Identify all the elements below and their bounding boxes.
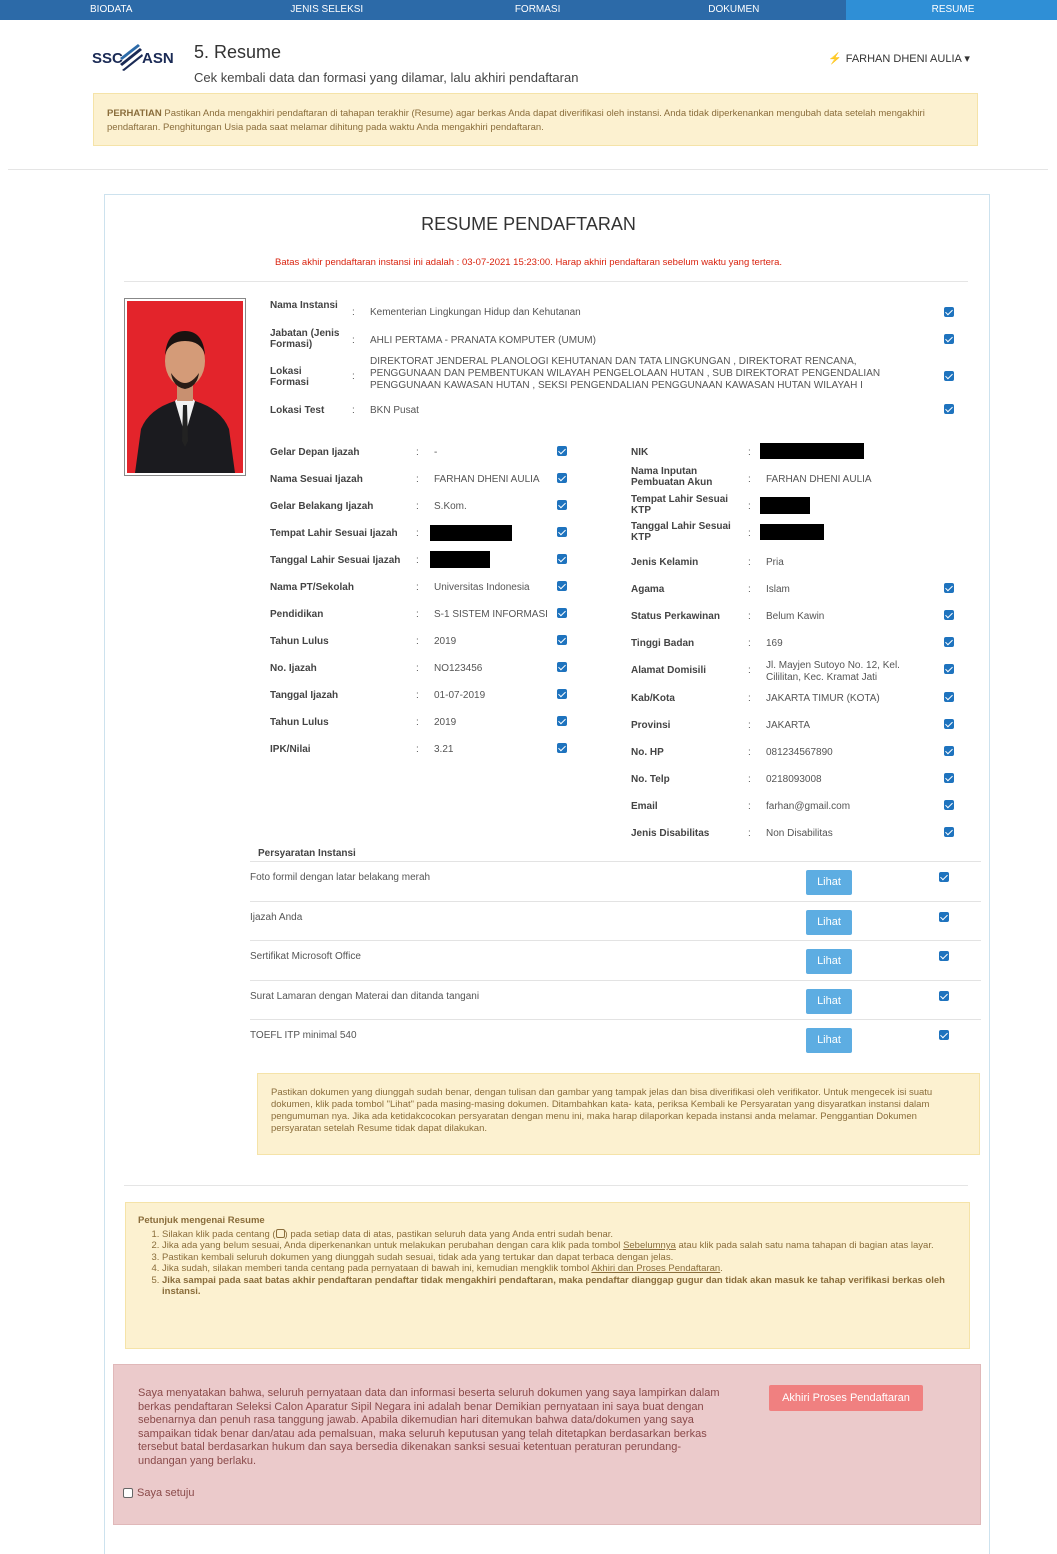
tab-jenis-seleksi[interactable]: JENIS SELEKSI bbox=[211, 0, 422, 20]
declaration-box: Saya menyatakan bahwa, seluruh pernyataa… bbox=[113, 1364, 981, 1525]
requirement-row: Ijazah Anda Lihat bbox=[250, 901, 981, 941]
instansi-value: Kementerian Lingkungan Hidup dan Kehutan… bbox=[370, 307, 581, 318]
chevron-down-icon: ▾ bbox=[964, 53, 970, 65]
confirm-checkbox[interactable] bbox=[557, 743, 567, 753]
confirm-checkbox[interactable] bbox=[557, 716, 567, 726]
view-document-button[interactable]: Lihat bbox=[806, 870, 852, 895]
alert-label: PERHATIAN bbox=[107, 108, 162, 119]
divider bbox=[124, 281, 968, 282]
confirm-checkbox[interactable] bbox=[944, 719, 954, 729]
agree-checkbox-label[interactable]: Saya setuju bbox=[123, 1487, 194, 1499]
requirement-row: Foto formil dengan latar belakang merah … bbox=[250, 861, 981, 901]
lokasi-test-value: BKN Pusat bbox=[370, 405, 419, 416]
redacted-value bbox=[430, 525, 512, 541]
confirm-checkbox[interactable] bbox=[557, 473, 567, 483]
user-menu[interactable]: ⚡ FARHAN DHENI AULIA ▾ bbox=[828, 52, 970, 65]
redacted-value bbox=[760, 524, 824, 540]
instruction-item: Jika sampai pada saat batas akhir pendaf… bbox=[162, 1275, 957, 1298]
confirm-checkbox[interactable] bbox=[944, 664, 954, 674]
confirm-checkbox[interactable] bbox=[944, 773, 954, 783]
deadline-notice: Batas akhir pendaftaran instansi ini ada… bbox=[275, 257, 782, 268]
resume-title: RESUME PENDAFTARAN bbox=[421, 214, 636, 234]
tab-dokumen[interactable]: DOKUMEN bbox=[634, 0, 845, 20]
finish-registration-button[interactable]: Akhiri Proses Pendaftaran bbox=[769, 1385, 923, 1411]
view-document-button[interactable]: Lihat bbox=[806, 949, 852, 974]
view-document-button[interactable]: Lihat bbox=[806, 989, 852, 1014]
tab-resume[interactable]: RESUME bbox=[845, 0, 1057, 20]
confirm-checkbox[interactable] bbox=[939, 1030, 949, 1040]
resume-instructions: Petunjuk mengenai Resume Silakan klik pa… bbox=[125, 1202, 970, 1349]
confirm-checkbox[interactable] bbox=[939, 951, 949, 961]
previous-link[interactable]: Sebelumnya bbox=[623, 1240, 676, 1251]
alert-text: Pastikan Anda mengakhiri pendaftaran di … bbox=[107, 108, 925, 133]
confirm-checkbox[interactable] bbox=[944, 746, 954, 756]
confirm-checkbox[interactable] bbox=[944, 637, 954, 647]
redacted-value bbox=[760, 497, 810, 514]
requirement-row: Sertifikat Microsoft Office Lihat bbox=[250, 940, 981, 980]
wizard-steps: BIODATA JENIS SELEKSI FORMASI DOKUMEN RE… bbox=[0, 0, 1057, 20]
page-title: 5. Resume bbox=[194, 42, 282, 62]
confirm-checkbox[interactable] bbox=[557, 554, 567, 564]
confirm-checkbox[interactable] bbox=[944, 583, 954, 593]
confirm-checkbox[interactable] bbox=[939, 912, 949, 922]
instruction-item: Silakan klik pada centang () pada setiap… bbox=[162, 1228, 957, 1241]
view-document-button[interactable]: Lihat bbox=[806, 1028, 852, 1053]
agree-checkbox[interactable] bbox=[123, 1488, 133, 1498]
instruction-item: Jika sudah, silakan memberi tanda centan… bbox=[162, 1263, 957, 1275]
confirm-checkbox[interactable] bbox=[939, 872, 949, 882]
lokasi-formasi-value: DIREKTORAT JENDERAL PLANOLOGI KEHUTANAN … bbox=[370, 356, 881, 391]
confirm-checkbox[interactable] bbox=[557, 581, 567, 591]
requirements-title: Persyaratan Instansi bbox=[258, 848, 356, 859]
confirm-checkbox[interactable] bbox=[944, 827, 954, 837]
finish-link[interactable]: Akhiri dan Proses Pendaftaran bbox=[591, 1263, 720, 1274]
tab-biodata[interactable]: BIODATA bbox=[0, 0, 211, 20]
person-portrait-icon bbox=[127, 301, 243, 473]
declaration-text: Saya menyatakan bahwa, seluruh pernyataa… bbox=[138, 1387, 720, 1467]
confirm-checkbox[interactable] bbox=[557, 662, 567, 672]
confirm-checkbox[interactable] bbox=[944, 692, 954, 702]
redacted-value bbox=[430, 551, 490, 568]
logo-wave-icon bbox=[120, 44, 143, 71]
confirm-checkbox[interactable] bbox=[557, 500, 567, 510]
checkbox-icon bbox=[275, 1228, 285, 1238]
document-warning: Pastikan dokumen yang diunggah sudah ben… bbox=[257, 1073, 980, 1155]
instruction-item: Pastikan kembali seluruh dokumen yang di… bbox=[162, 1252, 957, 1264]
confirm-checkbox-lokasi-formasi[interactable] bbox=[944, 371, 954, 381]
view-document-button[interactable]: Lihat bbox=[806, 910, 852, 935]
applicant-photo bbox=[124, 298, 246, 476]
redacted-value bbox=[760, 443, 864, 459]
attention-alert: PERHATIAN Pastikan Anda mengakhiri penda… bbox=[93, 93, 978, 146]
requirement-row: TOEFL ITP minimal 540 Lihat bbox=[250, 1019, 981, 1059]
confirm-checkbox[interactable] bbox=[944, 610, 954, 620]
confirm-checkbox[interactable] bbox=[557, 446, 567, 456]
tab-formasi[interactable]: FORMASI bbox=[423, 0, 634, 20]
user-name: FARHAN DHENI AULIA bbox=[845, 53, 962, 65]
confirm-checkbox[interactable] bbox=[557, 689, 567, 699]
sscasn-logo[interactable]: SSC ASN bbox=[92, 40, 174, 76]
confirm-checkbox[interactable] bbox=[939, 991, 949, 1001]
instruction-item: Jika ada yang belum sesuai, Anda diperke… bbox=[162, 1240, 957, 1252]
divider bbox=[8, 169, 1048, 170]
requirement-row: Surat Lamaran dengan Materai dan ditanda… bbox=[250, 980, 981, 1020]
confirm-checkbox[interactable] bbox=[557, 608, 567, 618]
jabatan-value: AHLI PERTAMA - PRANATA KOMPUTER (UMUM) bbox=[370, 335, 596, 346]
magic-wand-icon: ⚡ bbox=[828, 53, 842, 65]
confirm-checkbox-jabatan[interactable] bbox=[944, 334, 954, 344]
confirm-checkbox-instansi[interactable] bbox=[944, 307, 954, 317]
confirm-checkbox[interactable] bbox=[944, 800, 954, 810]
divider bbox=[124, 1185, 968, 1186]
confirm-checkbox-lokasi-test[interactable] bbox=[944, 404, 954, 414]
confirm-checkbox[interactable] bbox=[557, 527, 567, 537]
page-subtitle: Cek kembali data dan formasi yang dilama… bbox=[194, 70, 579, 85]
confirm-checkbox[interactable] bbox=[557, 635, 567, 645]
